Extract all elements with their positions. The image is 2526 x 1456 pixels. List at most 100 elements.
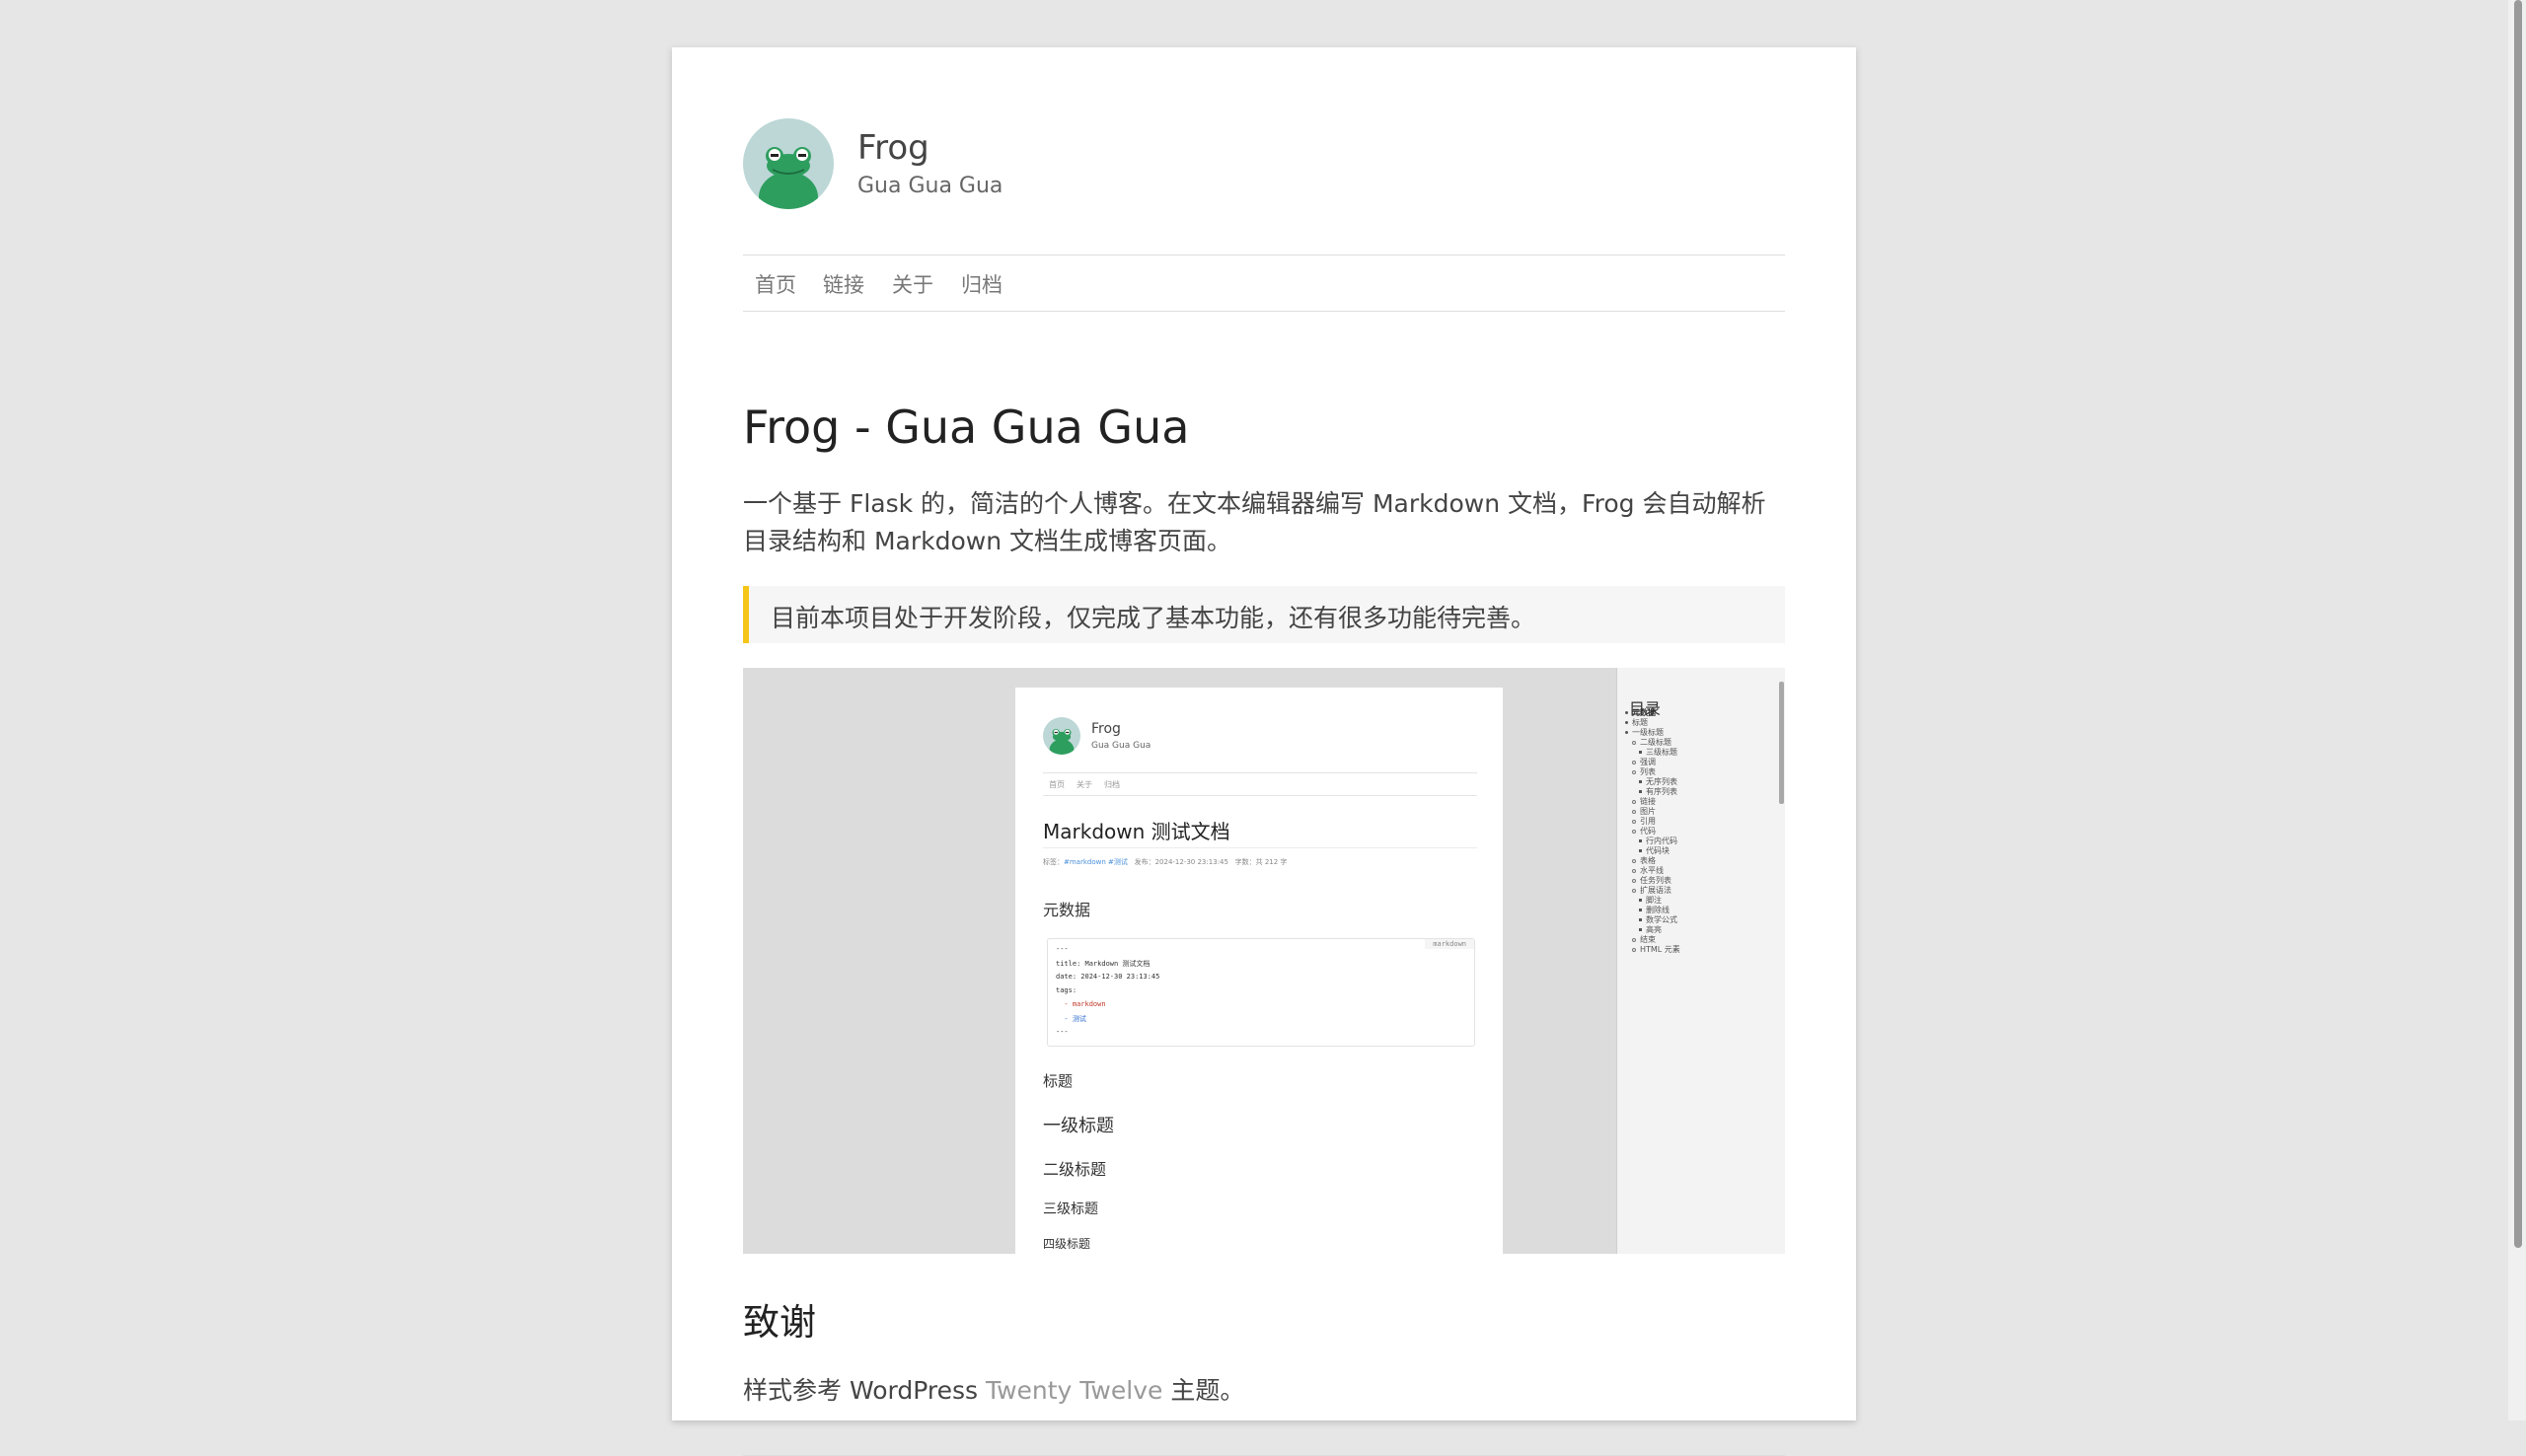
nav-links[interactable]: 链接 <box>823 269 864 299</box>
preview-site-desc: Gua Gua Gua <box>1091 741 1152 751</box>
preview-frog-icon <box>1043 717 1080 755</box>
toc-bullet-icon <box>1625 731 1628 734</box>
preview-toc-item-label: HTML 元素 <box>1640 945 1680 954</box>
twenty-twelve-link[interactable]: Twenty Twelve <box>986 1376 1162 1405</box>
thanks-text-before: 样式参考 WordPress <box>743 1376 986 1405</box>
article-intro: 一个基于 Flask 的，简洁的个人博客。在文本编辑器编写 Markdown 文… <box>743 489 1766 555</box>
preview-nav-item: 归档 <box>1104 780 1120 789</box>
toc-bullet-icon <box>1632 858 1636 863</box>
blockquote-text: 目前本项目处于开发阶段，仅完成了基本功能，还有很多功能待完善。 <box>771 604 1536 632</box>
preview-toc-item-label: 链接 <box>1640 797 1656 806</box>
preview-toc-item-label: 任务列表 <box>1640 876 1672 885</box>
frog-avatar[interactable] <box>743 118 834 209</box>
preview-toc-item-label: 水平线 <box>1640 866 1664 875</box>
preview-meta-date: 发布：2024-12-30 23:13:45 <box>1134 858 1228 866</box>
preview-toc-item-label: 扩展语法 <box>1640 886 1672 895</box>
toc-bullet-icon <box>1632 947 1636 952</box>
preview-toc-item-label: 删除线 <box>1646 906 1670 914</box>
preview-code-line: date: 2024-12-30 23:13:45 <box>1056 973 1160 981</box>
nav-archive[interactable]: 归档 <box>961 269 1003 299</box>
preview-toc-item-label: 行内代码 <box>1646 837 1677 845</box>
preview-toc-item-label: 脚注 <box>1646 896 1662 905</box>
preview-toc-item-label: 无序列表 <box>1646 777 1677 786</box>
site-header: Frog Gua Gua Gua <box>743 118 1785 209</box>
toc-bullet-icon <box>1639 909 1642 911</box>
page-container: Frog Gua Gua Gua 首页 链接 关于 归档 Frog - Gua … <box>672 47 1856 1456</box>
preview-code-line: --- <box>1056 945 1069 953</box>
scrollbar-thumb[interactable] <box>2514 0 2522 1248</box>
preview-toc-item-label: 一级标题 <box>1632 728 1664 737</box>
preview-toc-item: HTML 元素 <box>1632 944 1680 955</box>
toc-bullet-icon <box>1632 740 1636 745</box>
preview-meta-tags-label: 标签： <box>1043 858 1064 866</box>
toc-bullet-icon <box>1632 868 1636 873</box>
preview-heading: 四级标题 <box>1043 1237 1091 1251</box>
toc-bullet-icon <box>1639 839 1642 842</box>
toc-bullet-icon <box>1639 751 1642 754</box>
frog-icon <box>743 118 834 209</box>
toc-bullet-icon <box>1639 790 1642 793</box>
site-title[interactable]: Frog <box>857 128 929 168</box>
page-scrollbar[interactable] <box>2508 0 2526 1420</box>
preview-toc-item-label: 表格 <box>1640 856 1656 865</box>
blockquote: 目前本项目处于开发阶段，仅完成了基本功能，还有很多功能待完善。 <box>743 586 1785 643</box>
preview-toc-item-label: 结束 <box>1640 935 1656 944</box>
preview-code-block: markdown --- title: Markdown 测试文档 date: … <box>1047 938 1475 1047</box>
preview-meta: 标签：#markdown #测试 发布：2024-12-30 23:13:45 … <box>1043 857 1287 867</box>
preview-code-lang: markdown <box>1425 939 1474 949</box>
preview-divider <box>1043 847 1477 848</box>
preview-code-line: --- <box>1056 1028 1069 1036</box>
toc-bullet-icon <box>1639 780 1642 783</box>
preview-toc-item-label: 元数据 <box>1632 708 1656 717</box>
preview-screenshot: Frog Gua Gua Gua 首页 关于 归档 Markdown 测试文档 … <box>743 668 1785 1254</box>
preview-code-line: title: Markdown 测试文档 <box>1056 960 1151 968</box>
toc-bullet-icon <box>1639 928 1642 931</box>
preview-toc-item-label: 代码 <box>1640 827 1656 836</box>
thanks-text-after: 主题。 <box>1162 1376 1245 1405</box>
preview-toc-item-label: 数学公式 <box>1646 915 1677 924</box>
nav-about[interactable]: 关于 <box>892 269 933 299</box>
preview-toc-item-label: 有序列表 <box>1646 787 1677 796</box>
preview-scrollbar <box>1779 682 1784 804</box>
preview-toc-item-label: 引用 <box>1640 817 1656 826</box>
preview-toc-item-label: 强调 <box>1640 758 1656 766</box>
toc-bullet-icon <box>1639 849 1642 852</box>
toc-bullet-icon <box>1632 769 1636 774</box>
preview-toc-item-label: 列表 <box>1640 767 1656 776</box>
toc-bullet-icon <box>1632 809 1636 814</box>
toc-bullet-icon <box>1632 829 1636 834</box>
preview-site-title: Frog <box>1091 721 1121 737</box>
nav-home[interactable]: 首页 <box>755 269 796 299</box>
toc-bullet-icon <box>1632 819 1636 824</box>
preview-toc-item-label: 高亮 <box>1646 925 1662 934</box>
toc-bullet-icon <box>1632 878 1636 883</box>
toc-bullet-icon <box>1632 760 1636 764</box>
preview-nav: 首页 关于 归档 <box>1043 772 1477 796</box>
preview-nav-item: 首页 <box>1049 780 1065 789</box>
preview-code-line: - markdown <box>1056 1000 1106 1008</box>
toc-bullet-icon <box>1632 799 1636 804</box>
preview-heading: 标题 <box>1043 1072 1074 1090</box>
preview-code-line: - 测试 <box>1056 1015 1086 1023</box>
preview-heading: 二级标题 <box>1043 1160 1107 1179</box>
thanks-text: 样式参考 WordPress Twenty Twelve 主题。 <box>743 1371 1244 1407</box>
preview-section-heading: 元数据 <box>1043 901 1091 919</box>
preview-toc-item-label: 图片 <box>1640 807 1656 816</box>
toc-bullet-icon <box>1632 888 1636 893</box>
toc-bullet-icon <box>1632 937 1636 942</box>
toc-bullet-icon <box>1625 721 1628 724</box>
preview-doc-title: Markdown 测试文档 <box>1043 820 1230 843</box>
preview-toc-sidebar: 目录 元数据 标题 一级标题 二级标题 三级标题 强调 列表 无序列表 有序列表 链接 图片 引用 代码… <box>1616 668 1785 1254</box>
preview-toc-item-label: 标题 <box>1632 718 1648 727</box>
toc-bullet-icon <box>1639 918 1642 921</box>
preview-meta-words: 字数：共 212 字 <box>1234 858 1288 866</box>
preview-code-line: tags: <box>1056 986 1077 994</box>
main-nav: 首页 链接 关于 归档 <box>743 255 1785 312</box>
preview-toc-item-label: 代码块 <box>1646 846 1670 855</box>
preview-page: Frog Gua Gua Gua 首页 关于 归档 Markdown 测试文档 … <box>1015 688 1503 1254</box>
preview-toc-item-label: 二级标题 <box>1640 738 1672 747</box>
toc-bullet-icon <box>1625 711 1628 714</box>
article-title: Frog - Gua Gua Gua <box>743 400 1190 454</box>
thanks-heading: 致谢 <box>743 1301 816 1344</box>
preview-toc-item-label: 三级标题 <box>1646 748 1677 757</box>
